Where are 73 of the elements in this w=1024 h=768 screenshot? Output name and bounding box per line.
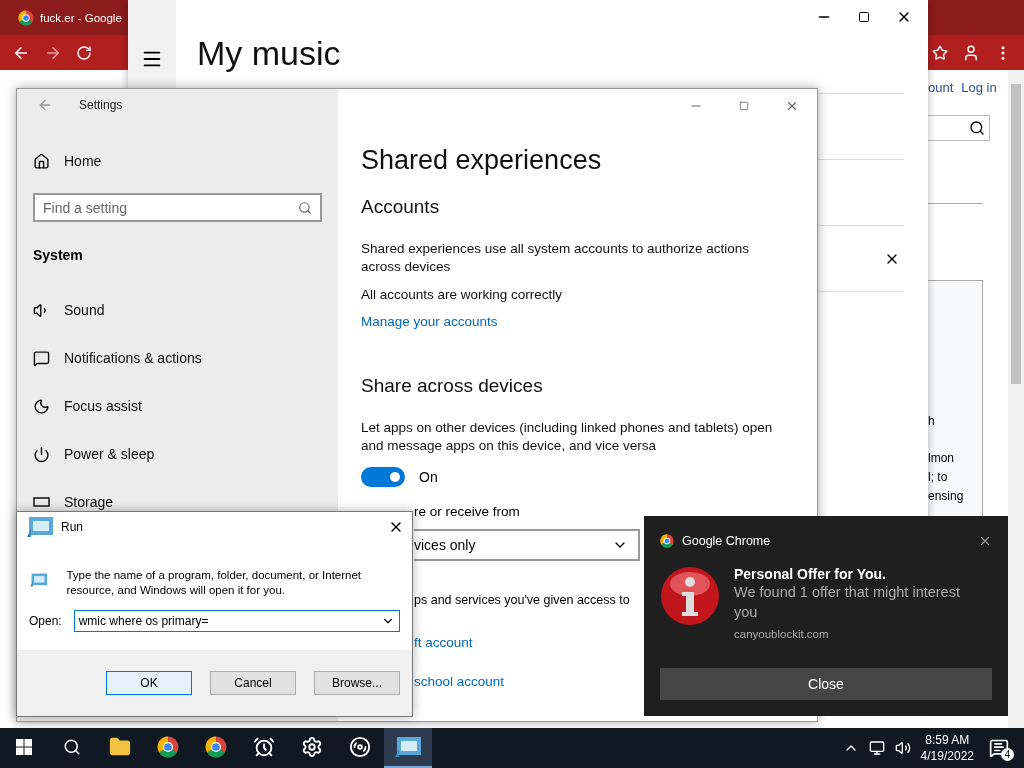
app-name: Google Chrome	[682, 534, 771, 548]
count-badge: 4	[1001, 748, 1014, 761]
source-text: canyoublockit.com	[734, 628, 830, 640]
profile-icon[interactable]	[962, 43, 980, 62]
chrome-icon[interactable]	[157, 736, 179, 758]
description-text: ps and services you've given access to	[414, 593, 630, 607]
article-text: ensing	[928, 488, 965, 505]
chrome-icon	[18, 9, 34, 26]
article-text: lmon	[928, 450, 955, 467]
login-link[interactable]: Log in	[961, 80, 997, 95]
article-text: h	[928, 413, 936, 430]
reload-icon[interactable]	[76, 44, 92, 61]
maximize-icon[interactable]	[858, 11, 870, 23]
search-icon	[298, 200, 312, 215]
dropdown[interactable]: vices only	[414, 529, 640, 561]
tab-title[interactable]: fuck.er - Google	[40, 11, 122, 24]
nav-item[interactable]: Sound	[33, 286, 322, 334]
home-icon	[33, 152, 50, 170]
scrollbar[interactable]	[1008, 70, 1024, 728]
alarm-clock-icon[interactable]	[253, 736, 275, 758]
chrome-icon[interactable]	[205, 736, 227, 758]
network-icon[interactable]	[868, 740, 885, 756]
nav-item[interactable]: Power & sleep	[33, 430, 322, 478]
notification-text: We found 1 offer that might interest you	[734, 583, 961, 622]
account-link[interactable]: school account	[414, 674, 505, 689]
manage-accounts-link[interactable]: Manage your accounts	[361, 314, 498, 329]
speaker-icon[interactable]	[894, 740, 911, 756]
settings-icon[interactable]	[301, 736, 323, 758]
window-title: Settings	[79, 98, 123, 112]
toggle-label: On	[419, 469, 438, 485]
storage-icon	[33, 497, 50, 507]
description-text: Let apps on other devices (including linked phones and tablets) open and message apps on this device, and vice versa	[361, 419, 774, 455]
section-heading: Accounts	[361, 196, 441, 218]
section-heading: Share across devices	[361, 375, 544, 397]
search-field[interactable]: Find a setting	[33, 193, 322, 222]
close-button[interactable]: Close	[660, 668, 992, 700]
run-icon[interactable]	[393, 735, 423, 759]
message-icon	[33, 349, 50, 367]
dialog-button[interactable]: Cancel	[210, 671, 296, 695]
description-text: Type the name of a program, folder, document, or Internet resource, and Windows will open it for you.	[66, 568, 363, 598]
info-icon	[660, 566, 720, 626]
moon-icon	[33, 397, 50, 415]
home-item[interactable]: Home	[33, 137, 322, 185]
page-title: Shared experiences	[361, 145, 603, 176]
folder-icon[interactable]	[109, 736, 131, 758]
field-label: re or receive from	[414, 504, 521, 519]
search-icon[interactable]	[969, 120, 985, 136]
toggle-switch[interactable]	[361, 467, 405, 487]
run-icon	[25, 515, 55, 539]
field-label: Open:	[29, 614, 62, 628]
disc-icon[interactable]	[349, 736, 371, 758]
dialog-button[interactable]: Browse...	[314, 671, 400, 695]
star-icon[interactable]	[932, 44, 948, 61]
chrome-icon	[660, 534, 674, 548]
notification-center-icon[interactable]	[989, 738, 1009, 758]
window-title: Run	[61, 520, 83, 534]
clock[interactable]: 8:59 AM 4/19/2022	[920, 732, 974, 764]
dialog-button[interactable]: OK	[106, 671, 192, 695]
close-icon[interactable]	[978, 534, 992, 548]
nav-item[interactable]: Focus assist	[33, 382, 322, 430]
power-icon	[33, 445, 50, 463]
status-text: All accounts are working correctly	[361, 286, 564, 304]
page-title: My music	[197, 34, 342, 73]
notification-title: Personal Offer for You.	[734, 566, 887, 582]
start-icon[interactable]	[16, 739, 32, 755]
section-title: System	[33, 246, 84, 265]
description-text: Shared experiences use all system accounts to authorize actions across devices	[361, 240, 750, 276]
account-link[interactable]: ft account	[414, 635, 473, 650]
nav-item[interactable]: Notifications & actions	[33, 334, 322, 382]
command-field[interactable]: wmic where os primary=	[73, 610, 400, 632]
search-icon[interactable]	[63, 738, 81, 756]
article-text: l; to	[928, 469, 949, 486]
account-link[interactable]: ount	[928, 80, 954, 95]
